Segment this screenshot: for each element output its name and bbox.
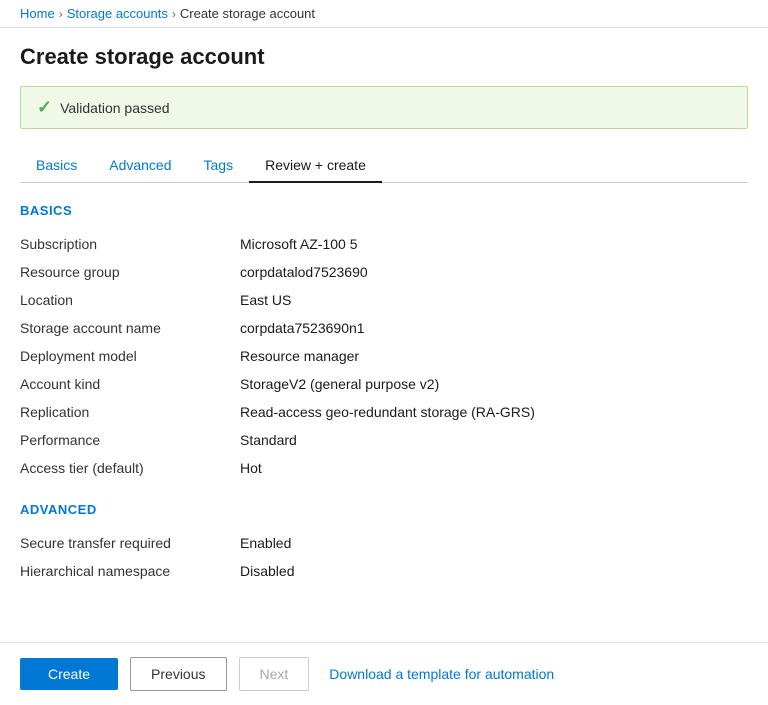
table-row: Hierarchical namespace Disabled — [20, 557, 748, 585]
basics-table: Subscription Microsoft AZ-100 5 Resource… — [20, 230, 748, 482]
label-hierarchical-namespace: Hierarchical namespace — [20, 557, 240, 585]
table-row: Location East US — [20, 286, 748, 314]
table-row: Replication Read-access geo-redundant st… — [20, 398, 748, 426]
tab-tags[interactable]: Tags — [188, 149, 250, 183]
value-access-tier: Hot — [240, 454, 748, 482]
table-row: Storage account name corpdata7523690n1 — [20, 314, 748, 342]
tabs-container: Basics Advanced Tags Review + create — [20, 149, 748, 183]
value-subscription: Microsoft AZ-100 5 — [240, 230, 748, 258]
tab-advanced[interactable]: Advanced — [93, 149, 187, 183]
previous-button[interactable]: Previous — [130, 657, 226, 691]
create-button[interactable]: Create — [20, 658, 118, 690]
label-secure-transfer: Secure transfer required — [20, 529, 240, 557]
tab-basics[interactable]: Basics — [20, 149, 93, 183]
top-bar: Home › Storage accounts › Create storage… — [0, 0, 768, 28]
label-storage-account-name: Storage account name — [20, 314, 240, 342]
table-row: Secure transfer required Enabled — [20, 529, 748, 557]
validation-banner: ✓ Validation passed — [20, 86, 748, 129]
table-row: Account kind StorageV2 (general purpose … — [20, 370, 748, 398]
basics-section-header: BASICS — [20, 203, 748, 218]
breadcrumb-current: Create storage account — [180, 6, 315, 21]
table-row: Performance Standard — [20, 426, 748, 454]
value-replication: Read-access geo-redundant storage (RA-GR… — [240, 398, 748, 426]
value-resource-group: corpdatalod7523690 — [240, 258, 748, 286]
table-row: Access tier (default) Hot — [20, 454, 748, 482]
breadcrumb: Home › Storage accounts › Create storage… — [20, 6, 748, 21]
automation-link[interactable]: Download a template for automation — [329, 666, 554, 682]
label-subscription: Subscription — [20, 230, 240, 258]
value-storage-account-name: corpdata7523690n1 — [240, 314, 748, 342]
value-secure-transfer: Enabled — [240, 529, 748, 557]
basics-section: BASICS Subscription Microsoft AZ-100 5 R… — [20, 203, 748, 482]
content-area: BASICS Subscription Microsoft AZ-100 5 R… — [20, 203, 748, 685]
breadcrumb-separator-2: › — [172, 7, 176, 21]
label-replication: Replication — [20, 398, 240, 426]
next-button: Next — [239, 657, 310, 691]
advanced-section-header: ADVANCED — [20, 502, 748, 517]
table-row: Deployment model Resource manager — [20, 342, 748, 370]
breadcrumb-home[interactable]: Home — [20, 6, 55, 21]
table-row: Subscription Microsoft AZ-100 5 — [20, 230, 748, 258]
main-content: Create storage account ✓ Validation pass… — [0, 28, 768, 685]
check-icon: ✓ — [37, 97, 52, 118]
label-access-tier: Access tier (default) — [20, 454, 240, 482]
value-account-kind: StorageV2 (general purpose v2) — [240, 370, 748, 398]
advanced-table: Secure transfer required Enabled Hierarc… — [20, 529, 748, 585]
value-deployment-model: Resource manager — [240, 342, 748, 370]
label-deployment-model: Deployment model — [20, 342, 240, 370]
table-row: Resource group corpdatalod7523690 — [20, 258, 748, 286]
value-hierarchical-namespace: Disabled — [240, 557, 748, 585]
tab-review-create[interactable]: Review + create — [249, 149, 382, 183]
breadcrumb-storage-accounts[interactable]: Storage accounts — [67, 6, 168, 21]
validation-text: Validation passed — [60, 100, 169, 116]
footer: Create Previous Next Download a template… — [0, 642, 768, 705]
label-performance: Performance — [20, 426, 240, 454]
advanced-section: ADVANCED Secure transfer required Enable… — [20, 502, 748, 585]
label-resource-group: Resource group — [20, 258, 240, 286]
value-performance: Standard — [240, 426, 748, 454]
label-location: Location — [20, 286, 240, 314]
label-account-kind: Account kind — [20, 370, 240, 398]
value-location: East US — [240, 286, 748, 314]
page-title: Create storage account — [20, 44, 748, 70]
breadcrumb-separator-1: › — [59, 7, 63, 21]
